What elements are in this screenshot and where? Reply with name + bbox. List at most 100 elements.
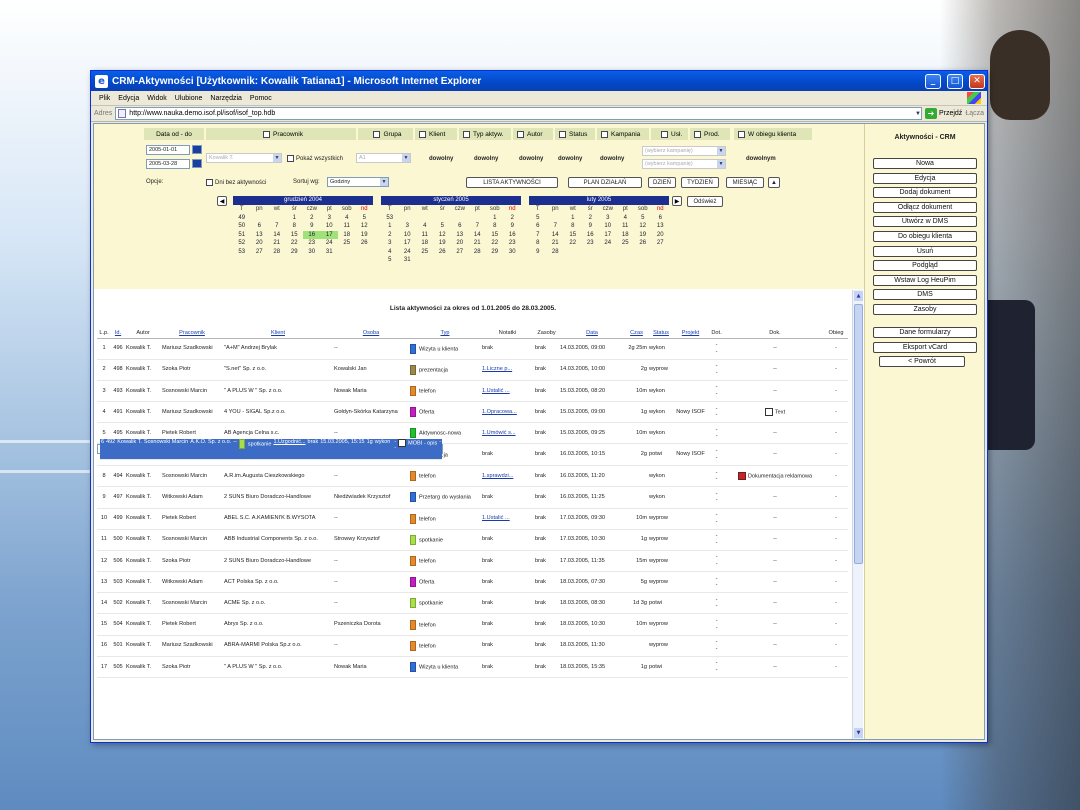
column-header-5[interactable]: Osoba [333, 328, 409, 339]
calendar-day[interactable]: 25 [416, 248, 434, 257]
document-icon[interactable] [737, 472, 746, 481]
calendar-day[interactable]: 31 [321, 248, 339, 257]
calendar-day[interactable]: 13 [652, 222, 670, 231]
calendar-day[interactable]: 18 [416, 239, 434, 248]
calendar-day[interactable]: 30 [504, 248, 522, 257]
maximize-button[interactable]: □ [947, 73, 963, 89]
column-header-6[interactable]: Typ [409, 328, 481, 339]
sidebar-button-10[interactable]: Zasoby [873, 304, 977, 315]
calendar-day[interactable]: 24 [321, 239, 339, 248]
calendar-day[interactable]: 22 [564, 239, 582, 248]
table-row[interactable]: 12 506 Kowalik T. Szoka Piotr 2 SUNS Biuro D… [97, 550, 848, 573]
dzien-button[interactable]: DZIEŃ [648, 177, 676, 188]
calendar-day[interactable]: 18 [338, 231, 356, 240]
plan-dzialan-button[interactable]: PLAN DZIAŁAŃ [568, 177, 642, 188]
prod-checkbox[interactable] [694, 130, 701, 138]
close-button[interactable]: ✕ [969, 73, 985, 89]
calendar-day[interactable]: 20 [451, 239, 469, 248]
address-input[interactable]: http://www.nauka.demo.isof.pl/isof/isof_… [115, 107, 922, 120]
calendar-day[interactable]: 4 [338, 214, 356, 223]
row-dok-label[interactable]: Dokumentacja reklamowa [748, 474, 812, 480]
sidebar-button-1[interactable]: Edycja [873, 172, 977, 184]
show-all-checkbox[interactable] [287, 155, 294, 162]
row-notatki-link[interactable]: 1.Liczne p... [482, 366, 512, 372]
row-notatki-link[interactable]: 1.Uzgodnić... [273, 439, 305, 445]
column-header-3[interactable]: Pracownik [161, 328, 223, 339]
calendar-day[interactable]: 19 [634, 231, 652, 240]
links-label[interactable]: Łącza [965, 110, 984, 117]
calendar-day[interactable]: 23 [303, 239, 321, 248]
row-dok-label[interactable]: MOBI - opis [408, 440, 437, 446]
campaign-select-2[interactable]: (wybierz kampanię) ▼ [642, 159, 726, 169]
calendar-prev-icon[interactable]: ◀ [217, 196, 227, 206]
calendar-day[interactable]: 26 [434, 248, 452, 257]
table-row[interactable]: 4 491 Kowalik T. Mariusz Szadkowski 4 YOU - … [97, 401, 848, 424]
kampania-checkbox[interactable] [601, 130, 608, 138]
calendar-day[interactable]: 9 [582, 222, 600, 231]
calendar-day[interactable]: 12 [356, 222, 374, 231]
calendar-day[interactable]: 13 [251, 231, 269, 240]
row-notatki-link[interactable]: 1.sprawdzi... [482, 473, 513, 479]
table-row[interactable]: 13 503 Kowalik T. Witkowski Adam ACT Polska … [97, 571, 848, 594]
table-row[interactable]: 14 502 Kowalik T. Sosnowski Marcin ACME Sp. … [97, 592, 848, 615]
calendar-day[interactable]: 3 [399, 222, 417, 231]
calendar-day[interactable]: 8 [486, 222, 504, 231]
column-header-11[interactable]: Status [648, 328, 674, 339]
calendar-day[interactable]: 20 [652, 231, 670, 240]
calendar-day[interactable]: 10 [321, 222, 339, 231]
calendar-day[interactable]: 21 [547, 239, 565, 248]
menu-narzedzia[interactable]: Narzędzia [210, 95, 242, 102]
calendar-day[interactable]: 24 [399, 248, 417, 257]
date-from-input[interactable]: 2005-01-01 [146, 145, 190, 155]
date-to-input[interactable]: 2005-03-28 [146, 159, 190, 169]
tydzien-button[interactable]: TYDZIEŃ [681, 177, 719, 188]
sidebar-button-3[interactable]: Odłącz dokument [873, 201, 977, 213]
calendar-day[interactable]: 19 [434, 239, 452, 248]
calendar-from-icon[interactable] [192, 145, 202, 154]
calendar-day[interactable]: 5 [356, 214, 374, 223]
calendar-day[interactable]: 1 [286, 214, 304, 223]
menu-pomoc[interactable]: Pomoc [250, 95, 272, 102]
obieg-checkbox[interactable] [738, 130, 745, 138]
calendar-day[interactable]: 28 [469, 248, 487, 257]
table-row[interactable]: 9 497 Kowalik T. Witkowski Adam 2 SUNS Biuro… [97, 486, 848, 509]
row-id[interactable]: 500 [111, 529, 125, 551]
calendar-day[interactable]: 12 [434, 231, 452, 240]
calendar-day[interactable]: 27 [451, 248, 469, 257]
calendar-day[interactable]: 13 [451, 231, 469, 240]
autor-checkbox[interactable] [517, 130, 524, 138]
sidebar-button-4[interactable]: Utwórz w DMS [873, 216, 977, 228]
expand-button[interactable]: ▲ [768, 177, 780, 188]
calendar-day[interactable]: 2 [303, 214, 321, 223]
row-id[interactable]: 506 [111, 550, 125, 573]
calendar-day[interactable]: 16 [582, 231, 600, 240]
calendar-day[interactable]: 3 [321, 214, 339, 223]
menu-widok[interactable]: Widok [147, 95, 166, 102]
calendar-day[interactable]: 15 [564, 231, 582, 240]
calendar-day[interactable]: 8 [564, 222, 582, 231]
sidebar-button-9[interactable]: DMS [873, 289, 977, 301]
calendar-day[interactable]: 30 [303, 248, 321, 257]
calendar-day[interactable]: 7 [547, 222, 565, 231]
campaign-select-1[interactable]: (wybierz kampanię) ▼ [642, 146, 726, 156]
calendar-day[interactable]: 26 [356, 239, 374, 248]
show-all-option[interactable]: Pokaż wszystkich [287, 155, 343, 162]
menu-plik[interactable]: Plik [99, 95, 110, 102]
go-button[interactable]: ➔ Przejdź [924, 108, 962, 119]
row-id[interactable]: 504 [111, 613, 125, 636]
calendar-day[interactable]: 11 [338, 222, 356, 231]
calendar-day[interactable]: 21 [268, 239, 286, 248]
calendar-day[interactable]: 9 [504, 222, 522, 231]
table-row[interactable]: 6 492 Kowalik T. Sosnowski Marcin A.K.O. Sp.… [97, 438, 444, 461]
column-header-10[interactable]: Czas [625, 328, 648, 339]
column-header-12[interactable]: Projekt [674, 328, 707, 339]
row-id[interactable]: 497 [111, 486, 125, 509]
sidebar-button-6[interactable]: Usuń [873, 245, 977, 257]
scroll-thumb[interactable] [854, 304, 863, 564]
calendar-day[interactable]: 28 [547, 248, 565, 257]
calendar-day[interactable]: 9 [303, 222, 321, 231]
status-checkbox[interactable] [559, 130, 566, 138]
sidebar-button-7[interactable]: Podgląd [873, 260, 977, 272]
calendar-day[interactable]: 20 [251, 239, 269, 248]
calendar-day[interactable]: 25 [617, 239, 635, 248]
